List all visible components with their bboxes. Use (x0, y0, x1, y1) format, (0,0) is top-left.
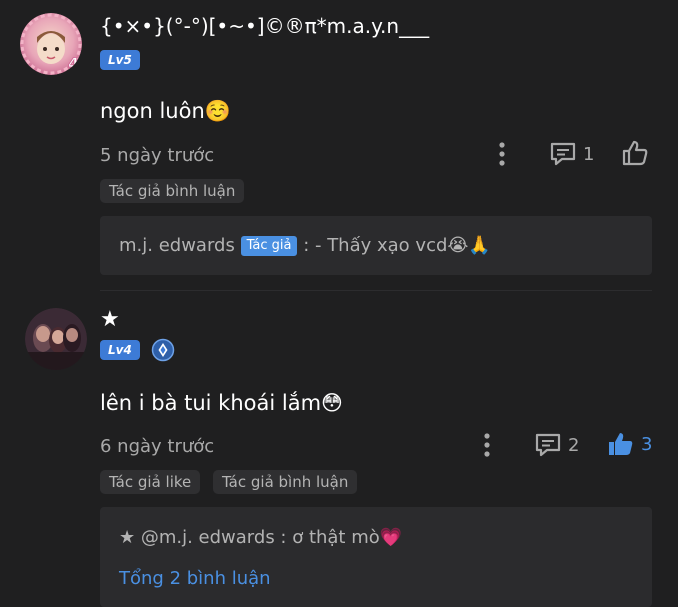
reply-preview[interactable]: ★ @m.j. edwards : ơ thật mò💗 Tổng 2 bình… (100, 507, 652, 607)
username[interactable]: {•×•}(°-°)[•~•]©®π*m.a.y.n___ (100, 14, 429, 38)
reply-author[interactable]: m.j. edwards (119, 235, 235, 256)
thumbs-up-filled-icon (609, 433, 633, 455)
avatar[interactable] (25, 308, 87, 370)
reply-count: 2 (568, 434, 580, 456)
comment-icon (535, 433, 561, 457)
reply-text: ★ @m.j. edwards : ơ thật mò💗 (119, 527, 403, 548)
tag-author-comment: Tác giả bình luận (213, 470, 358, 494)
reply-text: : - Thấy xạo vcd😭🙏 (303, 235, 491, 256)
comment-text: lên i bà tui khoái lắm😳 (100, 391, 343, 415)
comment-item: ★ Lv4 lên i bà tui khoái lắm😳 6 ngày trư… (0, 291, 678, 607)
like-button[interactable] (621, 139, 649, 167)
comment-item: 4 {•×•}(°-°)[•~•]©®π*m.a.y.n___ Lv5 ngon… (0, 0, 678, 290)
like-count: 3 (641, 433, 653, 455)
reply-button[interactable]: 1 (549, 140, 594, 168)
comment-text: ngon luôn☺️ (100, 99, 231, 123)
view-all-replies-link[interactable]: Tổng 2 bình luận (119, 568, 271, 589)
thumbs-up-icon (622, 140, 648, 166)
timestamp: 5 ngày trước (100, 145, 215, 166)
more-vertical-icon (499, 142, 505, 166)
svg-text:4: 4 (68, 54, 79, 73)
timestamp: 6 ngày trước (100, 436, 215, 457)
more-vertical-icon (484, 433, 490, 457)
tag-author-comment: Tác giả bình luận (100, 179, 245, 203)
reply-preview[interactable]: m.j. edwards Tác giả : - Thấy xạo vcd😭🙏 (100, 216, 652, 275)
diamond-badge-icon (151, 338, 175, 362)
author-badge: Tác giả (240, 236, 298, 256)
more-options-button[interactable] (479, 431, 495, 459)
avatar[interactable]: 4 (20, 13, 82, 75)
reply-button[interactable]: 2 (534, 431, 579, 459)
level-badge: Lv4 (100, 340, 140, 360)
like-button[interactable]: 3 (607, 430, 652, 458)
reply-count: 1 (583, 143, 595, 165)
username[interactable]: ★ (100, 307, 120, 332)
level-badge: Lv5 (100, 50, 140, 70)
more-options-button[interactable] (494, 140, 510, 168)
tag-author-like: Tác giả like (100, 470, 201, 494)
comment-icon (550, 142, 576, 166)
reply-line: m.j. edwards Tác giả : - Thấy xạo vcd😭🙏 (119, 235, 491, 256)
